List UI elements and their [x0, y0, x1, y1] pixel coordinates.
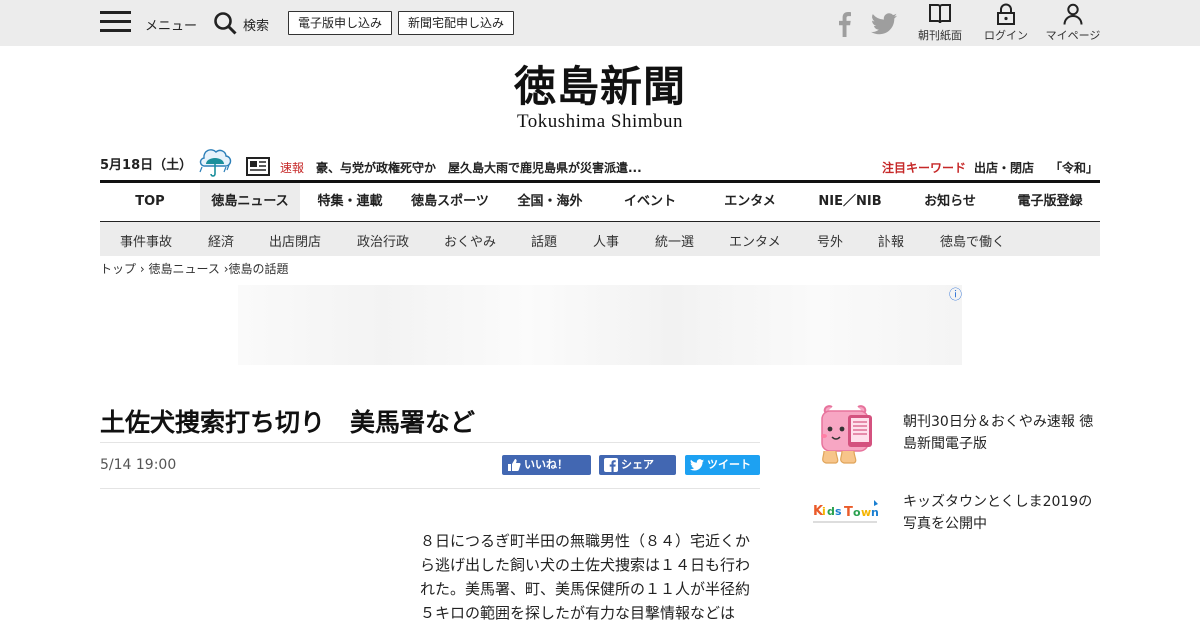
twitter-icon — [690, 459, 704, 471]
search-icon[interactable] — [213, 11, 237, 35]
svg-text:i: i — [822, 505, 826, 518]
twitter-icon[interactable] — [871, 12, 897, 36]
nav-tab-entertainment[interactable]: エンタメ — [700, 183, 800, 221]
current-date: 5月18日（土） — [100, 158, 193, 173]
digital-edition-mascot-icon[interactable] — [812, 403, 878, 465]
facebook-icon[interactable] — [835, 11, 853, 37]
share-label: シェア — [621, 458, 654, 471]
advertisement-banner[interactable] — [238, 285, 962, 365]
breaking-news-label: 速報 — [280, 161, 305, 175]
keyword-link[interactable]: 「令和」 — [1050, 159, 1098, 176]
keyword-label: 注目キーワード — [882, 161, 967, 175]
facebook-icon — [604, 458, 618, 472]
sub-nav: 事件事故 経済 出店閉店 政治行政 おくやみ 話題 人事 統一選 エンタメ 号外… — [100, 222, 1100, 256]
subnav-item[interactable]: 出店閉店 — [269, 231, 321, 250]
digital-signup-button[interactable]: 電子版申し込み — [288, 11, 393, 35]
subnav-item[interactable]: 統一選 — [655, 231, 694, 250]
delivery-signup-button[interactable]: 新聞宅配申し込み — [398, 11, 515, 35]
user-icon — [1063, 3, 1083, 25]
subnav-item[interactable]: 事件事故 — [120, 231, 172, 250]
nav-tab-features[interactable]: 特集・連載 — [300, 183, 400, 221]
like-label: いいね！ — [524, 458, 568, 471]
facebook-like-button[interactable]: いいね！ 39 — [502, 455, 591, 491]
login-label: ログイン — [984, 29, 1028, 42]
svg-text:o: o — [853, 506, 861, 519]
logo-english: Tokushima Shimbun — [516, 111, 684, 132]
divider — [100, 442, 760, 443]
svg-text:T: T — [844, 505, 853, 520]
sidebar-link[interactable]: 朝刊30日分＆おくやみ速報 徳島新聞電子版 — [903, 411, 1103, 455]
mypage-label: マイページ — [1045, 29, 1101, 42]
subnav-item[interactable]: 訃報 — [878, 231, 904, 250]
breadcrumb-item: 徳島の話題 — [228, 262, 289, 276]
nav-tab-nie[interactable]: NIE／NIB — [800, 183, 900, 221]
article-title: 土佐犬捜索打ち切り 美馬署など — [100, 408, 476, 437]
menu-label[interactable]: メニュー — [145, 15, 197, 34]
mypage-link[interactable]: マイページ — [1043, 3, 1103, 43]
rain-umbrella-icon[interactable] — [196, 144, 232, 178]
divider — [100, 488, 760, 489]
morning-paper-link[interactable]: 朝刊紙面 — [915, 3, 965, 43]
subnav-item[interactable]: おくやみ — [444, 231, 496, 250]
login-link[interactable]: ログイン — [982, 3, 1030, 43]
facebook-share-button[interactable]: シェア 39 — [599, 455, 676, 491]
svg-text:d: d — [827, 505, 835, 518]
book-icon — [929, 4, 951, 24]
like-count: 39 — [528, 478, 542, 491]
search-label[interactable]: 検索 — [243, 15, 269, 34]
subnav-item[interactable]: 徳島で働く — [940, 231, 1005, 250]
breaking-news-ticker[interactable]: 豪、与党が政権死守か 屋久島大雨で鹿児島県が災害派遣... — [316, 159, 642, 176]
morning-paper-label: 朝刊紙面 — [918, 29, 962, 42]
ad-info-icon[interactable]: ⓘ — [949, 284, 962, 303]
top-bar: メニュー 検索 電子版申し込み 新聞宅配申し込み 朝刊紙面 ログイン マイページ — [0, 0, 1200, 46]
keyword-link[interactable]: 出店・閉店 — [974, 159, 1034, 176]
site-logo[interactable]: 徳島新聞 Tokushima Shimbun — [500, 63, 700, 133]
subnav-item[interactable]: 政治行政 — [357, 231, 409, 250]
newspaper-icon — [246, 157, 270, 176]
subnav-item[interactable]: 経済 — [208, 231, 234, 250]
logo-japanese: 徳島新聞 — [513, 62, 686, 111]
nav-tab-digital-registration[interactable]: 電子版登録 — [1000, 183, 1100, 221]
lock-icon — [997, 3, 1015, 25]
thumbs-up-icon — [508, 459, 521, 471]
nav-tab-sports[interactable]: 徳島スポーツ — [400, 183, 500, 221]
svg-text:w: w — [861, 506, 871, 519]
svg-text:n: n — [871, 506, 879, 519]
article-date: 5/14 19:00 — [100, 457, 177, 473]
kids-town-logo-icon[interactable]: K i d s T o w n — [810, 498, 882, 530]
subnav-item[interactable]: 人事 — [593, 231, 619, 250]
breadcrumb-item[interactable]: トップ — [100, 262, 136, 276]
breadcrumb-item[interactable]: 徳島ニュース — [148, 262, 219, 276]
subnav-item[interactable]: 号外 — [817, 231, 843, 250]
nav-tab-tokushima-news[interactable]: 徳島ニュース — [200, 183, 300, 221]
svg-text:s: s — [835, 505, 842, 518]
nav-tab-top[interactable]: TOP — [100, 183, 200, 221]
main-nav: TOP 徳島ニュース 特集・連載 徳島スポーツ 全国・海外 イベント エンタメ … — [100, 180, 1100, 222]
share-count: 39 — [625, 478, 639, 491]
sidebar-link[interactable]: キッズタウンとくしま2019の写真を公開中 — [903, 491, 1103, 535]
nav-tab-national[interactable]: 全国・海外 — [500, 183, 600, 221]
date-breaking-row: 5月18日（土） 速報 豪、与党が政権死守か 屋久島大雨で鹿児島県が災害派遣..… — [100, 146, 1100, 180]
breadcrumb: トップ › 徳島ニュース ›徳島の話題 — [100, 260, 289, 277]
nav-tab-notices[interactable]: お知らせ — [900, 183, 1000, 221]
tweet-button[interactable]: ツイート — [685, 455, 760, 475]
subnav-item[interactable]: エンタメ — [729, 231, 781, 250]
subnav-item[interactable]: 話題 — [531, 231, 557, 250]
article-body: ８日につるぎ町半田の無職男性（８４）宅近くから逃げ出した飼い犬の土佐犬捜索は１４… — [420, 532, 751, 622]
menu-icon[interactable] — [100, 11, 131, 34]
nav-tab-events[interactable]: イベント — [600, 183, 700, 221]
tweet-label: ツイート — [707, 458, 751, 471]
